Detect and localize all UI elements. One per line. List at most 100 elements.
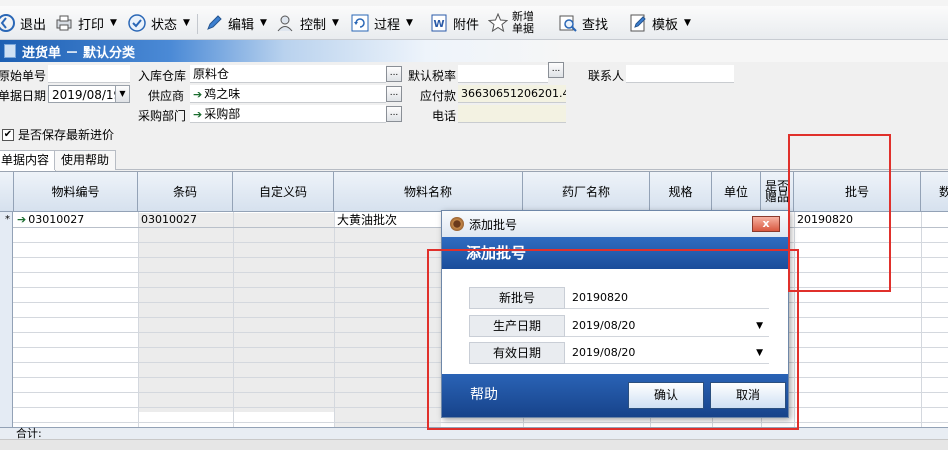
tax-label: 默认税率 (408, 69, 457, 83)
col-header-item-no[interactable]: 物料编号 (14, 172, 138, 212)
payable-field: 36630651206201.49 (458, 85, 566, 103)
prod-date-input[interactable]: 2019/08/20 (572, 315, 635, 337)
search-icon (558, 13, 578, 33)
prod-date-row: 生产日期 2019/08/20 ▼ (469, 315, 769, 337)
chevron-down-icon[interactable]: ▼ (115, 86, 129, 102)
confirm-button[interactable]: 确认 (628, 382, 704, 409)
control-button[interactable]: 控制 ▼ (276, 6, 339, 40)
phone-label: 电话 (432, 109, 457, 123)
cell-custom-code[interactable] (233, 213, 334, 228)
tax-field[interactable] (458, 65, 548, 83)
edit-button[interactable]: 编辑 ▼ (204, 6, 267, 40)
chevron-down-icon[interactable]: ▼ (406, 18, 413, 28)
col-header-is-gift[interactable]: 是否 赠品 (761, 172, 794, 212)
process-label: 过程 (374, 17, 401, 33)
arrow-right-icon: ➔ (17, 213, 27, 226)
col-header-qty[interactable]: 数 (921, 172, 948, 212)
exit-icon (0, 13, 16, 33)
tab-doc-content[interactable]: 单据内容 (0, 150, 57, 171)
exit-label: 退出 (20, 17, 47, 33)
orig-no-field[interactable] (48, 65, 130, 83)
chevron-down-icon[interactable]: ▼ (756, 342, 763, 364)
supplier-browse-button[interactable]: ... (386, 86, 402, 102)
contact-label: 联系人 (588, 69, 625, 83)
save-price-checkbox[interactable]: ✔ 是否保存最新进价 (2, 126, 114, 143)
col-header-spec[interactable]: 规格 (650, 172, 712, 212)
chevron-down-icon[interactable]: ▼ (332, 18, 339, 28)
tab-help[interactable]: 使用帮助 (54, 150, 117, 170)
expiry-date-row: 有效日期 2019/08/20 ▼ (469, 342, 769, 364)
status-button[interactable]: 状态 ▼ (127, 6, 190, 40)
window-title: 进货单 － 默认分类 (22, 45, 136, 61)
find-label: 查找 (582, 17, 609, 33)
gift-line2: 赠品 (764, 190, 789, 204)
date-label: 单据日期 (0, 89, 47, 103)
print-button[interactable]: 打印 ▼ (54, 6, 117, 40)
prod-date-label: 生产日期 (469, 315, 565, 337)
row-header-corner (0, 172, 14, 212)
check-circle-icon (127, 13, 147, 33)
col-header-item-name[interactable]: 物料名称 (334, 172, 523, 212)
col-header-maker[interactable]: 药厂名称 (523, 172, 650, 212)
cell-item-no[interactable]: ➔ 03010027 (14, 213, 138, 228)
col-header-barcode[interactable]: 条码 (138, 172, 233, 212)
control-label: 控制 (300, 17, 327, 33)
add-batch-dialog: 添加批号 x 添加批号 新批号 20190820 生产日期 2019/08/20… (441, 210, 789, 418)
save-price-label: 是否保存最新进价 (18, 128, 115, 142)
attachment-button[interactable]: W 附件 (429, 6, 479, 40)
col-header-batch[interactable]: 批号 (794, 172, 921, 212)
header-form: 原始单号 单据日期 2019/08/19 ▼ 入库仓库 原料仓 ... 供应商 … (0, 62, 948, 148)
exit-button[interactable]: 退出 (0, 6, 46, 40)
contact-field[interactable] (626, 65, 734, 83)
arrow-right-icon: ➔ (193, 88, 203, 101)
chevron-down-icon[interactable]: ▼ (260, 18, 267, 28)
chevron-down-icon[interactable]: ▼ (110, 18, 117, 28)
col-header-unit[interactable]: 单位 (712, 172, 761, 212)
phone-field[interactable] (458, 105, 566, 123)
refresh-icon (350, 13, 370, 33)
dept-label: 采购部门 (138, 109, 187, 123)
cell-barcode[interactable]: 03010027 (138, 213, 233, 228)
new-doc-line2: 单据 (512, 22, 534, 35)
date-field[interactable]: 2019/08/19 ▼ (48, 85, 130, 103)
dept-browse-button[interactable]: ... (386, 106, 402, 122)
checkbox-checked-icon[interactable]: ✔ (2, 128, 14, 141)
supplier-field[interactable]: ➔ 鸡之味 (190, 85, 386, 103)
process-button[interactable]: 过程 ▼ (350, 6, 413, 40)
help-link[interactable]: 帮助 (470, 374, 498, 417)
toolbar-divider (197, 14, 198, 34)
document-icon (4, 44, 16, 58)
payable-label: 应付款 (420, 89, 457, 103)
arrow-right-icon: ➔ (193, 108, 203, 121)
dept-value: 采购部 (204, 107, 241, 121)
cancel-button[interactable]: 取消 (710, 382, 786, 409)
star-icon (488, 13, 508, 33)
printer-icon (54, 13, 74, 33)
dept-field[interactable]: ➔ 采购部 (190, 105, 386, 123)
batch-no-input[interactable]: 20190820 (572, 287, 628, 309)
dialog-close-button[interactable]: x (752, 216, 780, 232)
cell-item-name[interactable]: 大黄油批次 (334, 213, 441, 228)
row-marker: * (5, 214, 10, 225)
warehouse-field[interactable]: 原料仓 (190, 65, 386, 83)
chevron-down-icon[interactable]: ▼ (684, 18, 691, 28)
col-header-custom-code[interactable]: 自定义码 (233, 172, 334, 212)
edit-label: 编辑 (228, 17, 255, 33)
expiry-date-input[interactable]: 2019/08/20 (572, 342, 635, 364)
warehouse-browse-button[interactable]: ... (386, 66, 402, 82)
cell-batch[interactable]: 20190820 (794, 213, 921, 228)
tax-browse-button[interactable]: ... (548, 62, 564, 78)
find-button[interactable]: 查找 (558, 6, 608, 40)
chevron-down-icon[interactable]: ▼ (756, 315, 763, 337)
batch-no-row: 新批号 20190820 (469, 287, 769, 309)
dialog-title-bar: 添加批号 (442, 211, 788, 237)
svg-text:W: W (433, 19, 444, 30)
new-doc-button[interactable]: 新增 单据 (488, 6, 534, 40)
horizontal-scrollbar[interactable] (0, 439, 948, 450)
batch-no-label: 新批号 (469, 287, 565, 309)
chevron-down-icon[interactable]: ▼ (183, 18, 190, 28)
date-value: 2019/08/19 (52, 88, 122, 102)
template-label: 模板 (652, 17, 679, 33)
orig-no-label: 原始单号 (0, 69, 47, 83)
template-button[interactable]: 模板 ▼ (628, 6, 691, 40)
